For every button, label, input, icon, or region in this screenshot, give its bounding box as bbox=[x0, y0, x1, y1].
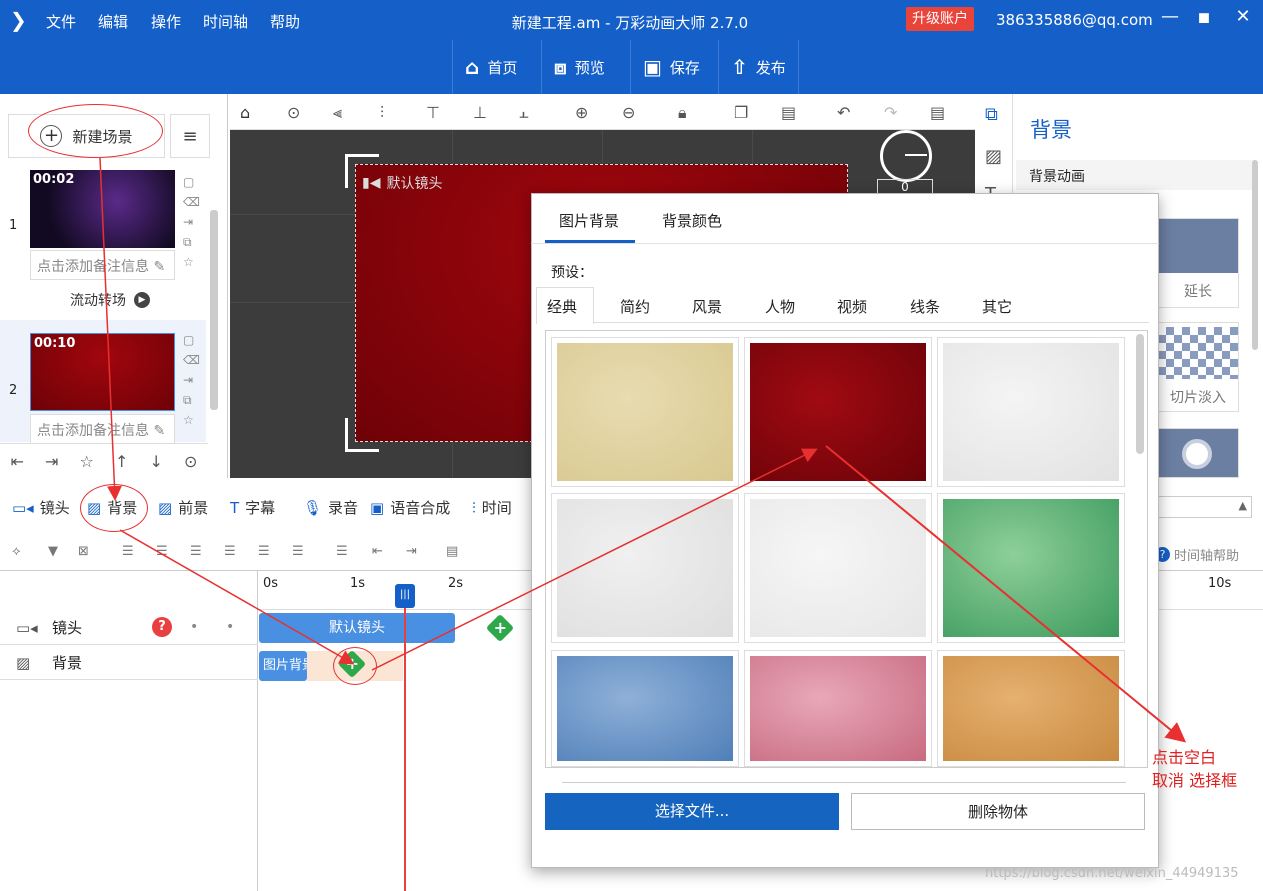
annotation-arrows bbox=[99, 157, 1187, 743]
watermark: https://blog.csdn.net/weixin_44949135 bbox=[985, 866, 1239, 881]
annotation-text: 点击空白 取消 选择框 bbox=[1152, 748, 1238, 790]
